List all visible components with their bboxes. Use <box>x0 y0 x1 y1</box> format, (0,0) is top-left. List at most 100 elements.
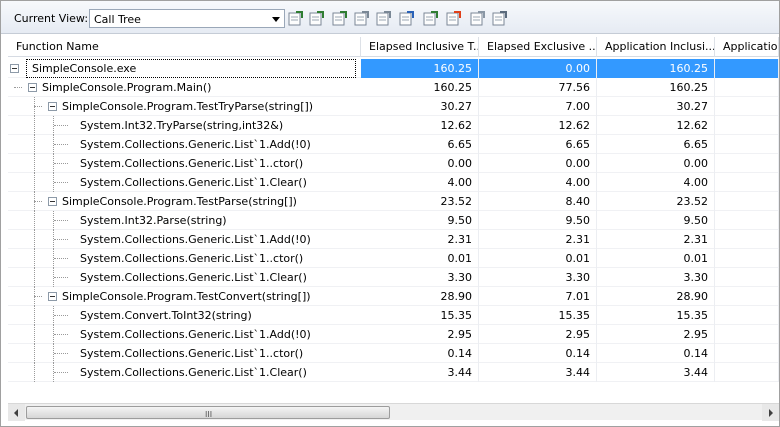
col-application-inclusive-header[interactable]: Application Inclusi... <box>597 37 715 57</box>
tree-connector <box>34 106 42 107</box>
table-row[interactable]: System.Collections.Generic.List`1..ctor(… <box>8 154 779 173</box>
application-inclusive-cell: 160.25 <box>597 78 715 97</box>
collapse-icon[interactable] <box>28 83 37 92</box>
table-row[interactable]: System.Int32.TryParse(string,int32&) 12.6… <box>8 116 779 135</box>
scroll-left-button[interactable] <box>8 404 25 421</box>
application-exclusive-cell <box>715 325 779 344</box>
col-elapsed-inclusive-header[interactable]: Elapsed Inclusive T... <box>361 37 479 57</box>
application-inclusive-cell: 4.00 <box>597 173 715 192</box>
application-inclusive-cell: 6.65 <box>597 135 715 154</box>
table-row[interactable]: System.Collections.Generic.List`1..ctor(… <box>8 344 779 363</box>
application-exclusive-cell <box>715 135 779 154</box>
tree-connector <box>34 306 35 325</box>
application-inclusive-cell: 28.90 <box>597 287 715 306</box>
application-inclusive-cell: 30.27 <box>597 97 715 116</box>
elapsed-inclusive-cell: 0.14 <box>361 344 479 363</box>
table-row[interactable]: System.Collections.Generic.List`1.Clear(… <box>8 268 779 287</box>
tree-connector <box>34 230 35 249</box>
function-name-cell: System.Convert.ToInt32(string) <box>80 309 252 322</box>
application-exclusive-cell <box>715 192 779 211</box>
scroll-thumb[interactable]: III <box>26 406 390 419</box>
col-function-name-header[interactable]: Function Name <box>8 37 361 57</box>
elapsed-exclusive-cell: 3.30 <box>479 268 597 287</box>
application-exclusive-cell <box>715 344 779 363</box>
col-elapsed-exclusive-header[interactable]: Elapsed Exclusive ... <box>479 37 597 57</box>
scroll-grip: III <box>205 410 213 419</box>
table-row[interactable]: SimpleConsole.Program.Main() 160.25 77.56 1… <box>8 78 779 97</box>
table-row[interactable]: SimpleConsole.Program.TestConvert(string… <box>8 287 779 306</box>
report-icon[interactable] <box>422 10 439 27</box>
function-name-cell: System.Collections.Generic.List`1.Add(!0… <box>80 138 311 151</box>
current-view-select[interactable]: Call Tree <box>89 9 285 28</box>
elapsed-inclusive-cell: 160.25 <box>361 59 479 78</box>
noise-reduction-icon[interactable] <box>469 10 486 27</box>
function-name-cell: System.Collections.Generic.List`1.Clear(… <box>80 271 307 284</box>
application-exclusive-cell <box>715 306 779 325</box>
tree-connector <box>54 239 68 240</box>
application-exclusive-cell <box>715 249 779 268</box>
application-inclusive-cell: 160.25 <box>597 59 715 78</box>
tree-connector <box>54 144 68 145</box>
collapse-icon[interactable] <box>48 102 57 111</box>
elapsed-exclusive-cell: 4.00 <box>479 173 597 192</box>
collapse-icon[interactable] <box>48 292 57 301</box>
properties-icon[interactable] <box>491 10 508 27</box>
table-row[interactable]: System.Collections.Generic.List`1.Clear(… <box>8 363 779 382</box>
filter-icon[interactable] <box>353 10 370 27</box>
tree-connector <box>53 249 54 268</box>
application-exclusive-cell <box>715 211 779 230</box>
elapsed-exclusive-cell: 12.62 <box>479 116 597 135</box>
table-row[interactable]: System.Collections.Generic.List`1.Add(!0… <box>8 230 779 249</box>
tree-connector <box>54 163 68 164</box>
compare-icon[interactable] <box>398 10 415 27</box>
function-name-cell: System.Int32.TryParse(string,int32&) <box>80 119 284 132</box>
export-icon[interactable] <box>287 10 304 27</box>
find-icon[interactable] <box>375 10 392 27</box>
elapsed-inclusive-cell: 30.27 <box>361 97 479 116</box>
application-exclusive-cell <box>715 287 779 306</box>
function-name-cell: System.Int32.Parse(string) <box>80 214 227 227</box>
chevron-down-icon <box>272 17 280 22</box>
grid-header: Function Name Elapsed Inclusive T... Elaps… <box>8 37 779 57</box>
application-inclusive-cell: 3.44 <box>597 363 715 382</box>
function-name-cell: System.Collections.Generic.List`1..ctor(… <box>80 347 304 360</box>
table-row[interactable]: System.Collections.Generic.List`1.Clear(… <box>8 173 779 192</box>
function-name-cell: SimpleConsole.Program.Main() <box>42 81 212 94</box>
export-selection-icon[interactable] <box>308 10 325 27</box>
horizontal-scrollbar[interactable]: III <box>8 403 779 421</box>
function-name-cell: System.Collections.Generic.List`1.Clear(… <box>80 176 307 189</box>
tree-connector <box>34 173 35 192</box>
elapsed-exclusive-cell: 0.01 <box>479 249 597 268</box>
table-row[interactable]: System.Collections.Generic.List`1..ctor(… <box>8 249 779 268</box>
table-row[interactable]: SimpleConsole.Program.TestParse(string[]… <box>8 192 779 211</box>
tree-connector <box>14 87 22 88</box>
tree-connector <box>34 211 35 230</box>
table-row[interactable]: SimpleConsole.exe 160.25 0.00 160.25 <box>8 59 779 78</box>
elapsed-inclusive-cell: 3.30 <box>361 268 479 287</box>
elapsed-exclusive-cell: 3.44 <box>479 363 597 382</box>
elapsed-exclusive-cell: 8.40 <box>479 192 597 211</box>
table-row[interactable]: System.Convert.ToInt32(string) 15.35 15.35… <box>8 306 779 325</box>
tree-connector <box>54 353 68 354</box>
table-row[interactable]: System.Collections.Generic.List`1.Add(!0… <box>8 325 779 344</box>
tree-connector <box>53 268 54 287</box>
elapsed-exclusive-cell: 15.35 <box>479 306 597 325</box>
table-row[interactable]: System.Collections.Generic.List`1.Add(!0… <box>8 135 779 154</box>
collapse-icon[interactable] <box>48 197 57 206</box>
elapsed-exclusive-cell: 77.56 <box>479 78 597 97</box>
application-inclusive-cell: 2.31 <box>597 230 715 249</box>
table-row[interactable]: SimpleConsole.Program.TestTryParse(strin… <box>8 97 779 116</box>
collapse-icon[interactable] <box>10 64 19 73</box>
table-row[interactable]: System.Int32.Parse(string) 9.50 9.50 9.50 <box>8 211 779 230</box>
function-name-cell: SimpleConsole.Program.TestConvert(string… <box>62 290 311 303</box>
show-source-icon[interactable] <box>331 10 348 27</box>
tree-connector <box>54 258 68 259</box>
scroll-right-button[interactable] <box>762 404 779 421</box>
hot-path-icon[interactable] <box>445 10 462 27</box>
elapsed-exclusive-cell: 2.31 <box>479 230 597 249</box>
toolbar: Current View: Call Tree <box>1 1 779 34</box>
tree-connector <box>53 173 54 192</box>
col-application-exclusive-header[interactable]: Applicatio <box>715 37 779 57</box>
elapsed-inclusive-cell: 0.01 <box>361 249 479 268</box>
tree-connector <box>54 277 68 278</box>
